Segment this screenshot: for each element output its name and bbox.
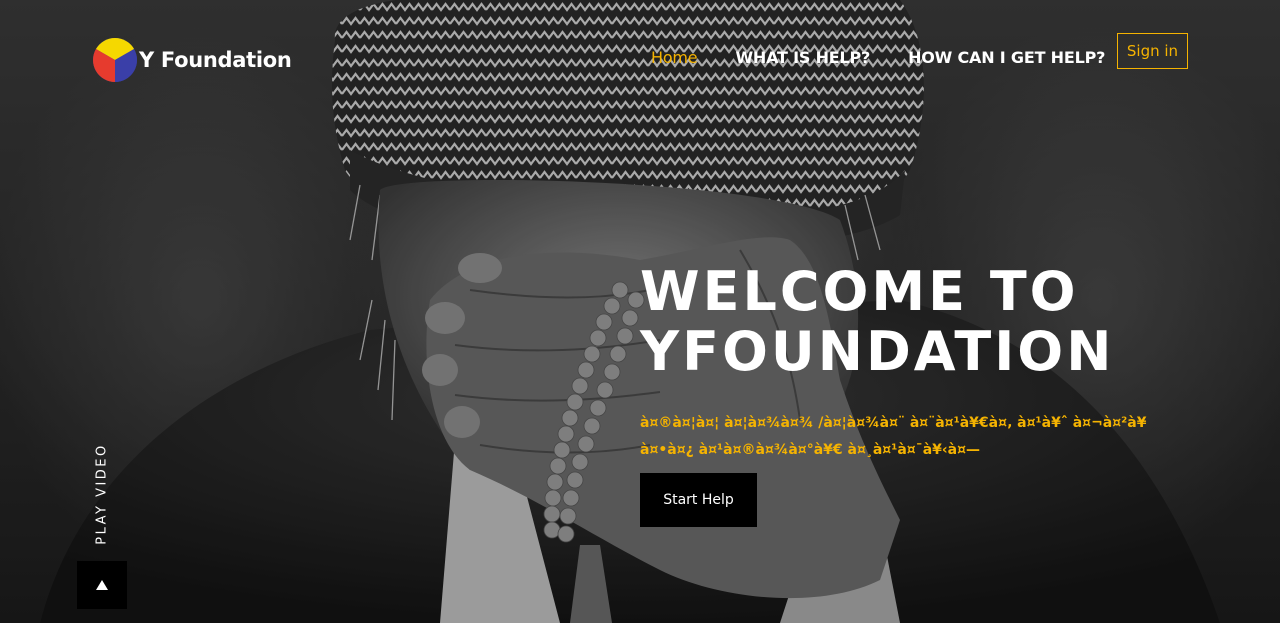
main-nav: Home WHAT IS HELP? HOW CAN I GET HELP?	[651, 48, 1143, 67]
play-video-label[interactable]: PLAY VIDEO	[95, 443, 110, 545]
nav-item-how-can-i-get-help[interactable]: HOW CAN I GET HELP?	[908, 48, 1105, 67]
hero-subtitle: à¤®à¤¦à¤¦ à¤¦à¤¾à¤¾ /à¤¦à¤¾à¤¨ à¤¨à¤¹à¥€…	[640, 415, 1147, 458]
nav-item-what-is-help[interactable]: WHAT IS HELP?	[735, 48, 870, 67]
hero-title: WELCOME TO YFOUNDATION	[640, 262, 1260, 382]
brand-logo[interactable]: Y Foundation	[92, 37, 292, 83]
hero-title-line-2: YFOUNDATION	[640, 320, 1115, 383]
hero-title-line-1: WELCOME TO	[640, 260, 1079, 323]
nav-item-home[interactable]: Home	[651, 48, 698, 67]
start-help-button[interactable]: Start Help	[640, 473, 757, 527]
play-icon	[96, 580, 108, 590]
play-video-button[interactable]	[77, 561, 127, 609]
brand-name: Y Foundation	[139, 48, 292, 72]
logo-icon	[93, 38, 137, 82]
sign-in-button[interactable]: Sign in	[1117, 33, 1188, 69]
